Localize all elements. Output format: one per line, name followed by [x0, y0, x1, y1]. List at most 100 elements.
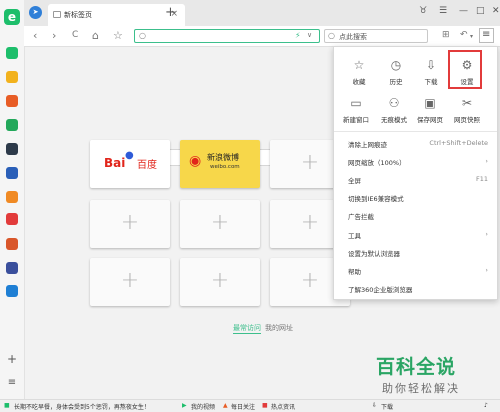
status-news-link[interactable]: 长期不吃早餐，身体会受到5个惩罚，再熬夜女生！ [14, 402, 150, 411]
browser-logo-icon[interactable]: e [4, 9, 20, 25]
menu-history[interactable]: ◷ 历史 [379, 58, 413, 86]
window-icon: ▭ [350, 96, 362, 110]
minimize-button[interactable]: — [459, 6, 468, 16]
address-bar[interactable]: ○ ⚡ ∨ [134, 29, 320, 43]
address-dropdown-icon[interactable]: ∨ [307, 31, 312, 39]
menu-item-ie6-mode[interactable]: 切换到IE6兼容模式 [348, 193, 488, 206]
tile-empty[interactable]: + [90, 258, 170, 306]
menu-item-clear-history[interactable]: 清除上网痕迹 Ctrl+Shift+Delete [348, 139, 488, 152]
sidebar-menu-icon[interactable]: ≡ [6, 377, 18, 388]
menu-favorites-label: 收藏 [352, 78, 366, 86]
weibo-domain-text: weibo.com [210, 164, 240, 170]
close-window-button[interactable]: ✕ [492, 6, 500, 16]
menu-item-shortcut: Ctrl+Shift+Delete [429, 139, 488, 147]
menu-icon: ≡ [482, 29, 491, 40]
menu-favorites[interactable]: ☆ 收藏 [342, 58, 376, 86]
add-tile-icon: + [120, 268, 140, 293]
status-follow-link[interactable]: 每日关注 [231, 402, 255, 411]
save-icon: ▣ [424, 96, 436, 110]
menu-item-zoom[interactable]: 网页缩放（100%） › [348, 157, 488, 170]
tab-my-sites[interactable]: 我的网址 [265, 323, 293, 333]
volume-icon[interactable]: ♪ [484, 402, 488, 409]
status-video-link[interactable]: 我的视频 [191, 402, 215, 411]
menu-item-label: 全屏 [348, 177, 361, 185]
undo-dropdown-icon[interactable]: ▾ [470, 33, 473, 40]
add-tile-icon: + [210, 210, 230, 235]
snapshot-icon: ✂ [461, 96, 473, 110]
menu-item-help[interactable]: 帮助 › [348, 266, 488, 279]
skin-icon[interactable]: ♉ [419, 6, 427, 16]
main-menu: ☆ 收藏 ◷ 历史 ⇩ 下载 ⚙ 设置 ▭ 新建窗口 ⚇ 无痕模式 ▣ 保存网页… [333, 46, 498, 300]
maximize-button[interactable]: □ [476, 6, 485, 16]
incognito-icon: ⚇ [388, 96, 400, 110]
baidu-logo-text-b: 百度 [137, 160, 157, 171]
tab-title: 新标签页 [64, 11, 92, 19]
undo-close-icon[interactable]: ↶ [460, 30, 468, 40]
sidebar-app-green-icon[interactable] [6, 47, 18, 59]
favorite-star-button[interactable]: ☆ [113, 29, 123, 42]
sidebar-app-photo-icon[interactable] [6, 262, 18, 274]
compass-icon[interactable]: ➤ [29, 6, 42, 19]
home-button[interactable]: ⌂ [92, 29, 99, 42]
sidebar-app-folder-icon[interactable] [6, 119, 18, 131]
sidebar-app-dark-icon[interactable] [6, 143, 18, 155]
sidebar-app-red-icon[interactable] [6, 213, 18, 225]
weibo-logo-text: 新浪微博 [207, 153, 239, 162]
tile-empty[interactable]: + [180, 200, 260, 248]
menu-item-label: 广告拦截 [348, 213, 374, 221]
window-menu-icon[interactable]: ☰ [439, 6, 447, 16]
status-download-link[interactable]: 下载 [381, 402, 393, 411]
tile-weibo[interactable]: ◉ 新浪微博 weibo.com [180, 140, 260, 188]
sidebar-app-game-icon[interactable] [6, 238, 18, 250]
tile-baidu[interactable]: Bai ● 百度 [90, 140, 170, 188]
paw-icon: ● [125, 150, 134, 161]
menu-item-label: 工具 [348, 232, 361, 240]
weibo-eye-icon: ◉ [189, 153, 202, 169]
new-tab-button[interactable]: + [165, 5, 176, 20]
menu-snapshot[interactable]: ✂ 网页快照 [450, 96, 484, 124]
menu-item-shortcut: F11 [475, 175, 488, 183]
search-input[interactable]: ○ 点此搜索 [324, 29, 428, 43]
status-download-icon: ⇩ [372, 402, 378, 409]
sidebar-app-p-icon[interactable] [6, 285, 18, 297]
forward-button[interactable]: › [52, 29, 56, 42]
sidebar-add-icon[interactable]: + [6, 352, 18, 366]
video-icon: ▶ [182, 402, 187, 409]
sidebar-app-eye-icon[interactable] [6, 95, 18, 107]
sidebar-app-star-icon[interactable] [6, 71, 18, 83]
fire-icon: ▲ [223, 402, 228, 409]
tile-empty[interactable]: + [180, 258, 260, 306]
menu-downloads[interactable]: ⇩ 下载 [414, 58, 448, 86]
reload-button[interactable]: C [72, 30, 78, 40]
menu-save-page[interactable]: ▣ 保存网页 [413, 96, 447, 124]
menu-new-window[interactable]: ▭ 新建窗口 [339, 96, 373, 124]
sidebar-app-orange-icon[interactable] [6, 191, 18, 203]
menu-item-enterprise[interactable]: 了解360企业版浏览器 [348, 284, 488, 297]
tile-empty[interactable]: + [90, 200, 170, 248]
clock-icon: ◷ [390, 58, 402, 72]
tab-frequent-visits[interactable]: 最常访问 [233, 323, 261, 333]
add-tile-icon: + [120, 210, 140, 235]
menu-button[interactable]: ≡ [479, 28, 494, 43]
menu-downloads-label: 下载 [424, 78, 438, 86]
add-tile-icon: + [210, 268, 230, 293]
chevron-right-icon: › [485, 157, 488, 165]
sidebar-app-blue-icon[interactable] [6, 167, 18, 179]
search-icon: ○ [328, 31, 335, 40]
menu-item-fullscreen[interactable]: 全屏 F11 [348, 175, 488, 188]
menu-incognito-label: 无痕模式 [381, 116, 407, 124]
lightning-icon[interactable]: ⚡ [295, 31, 301, 40]
back-button[interactable]: ‹ [33, 29, 37, 42]
chevron-right-icon: › [485, 266, 488, 274]
watermark-title: 百科全说 [376, 356, 457, 378]
menu-item-tools[interactable]: 工具 › [348, 230, 488, 243]
tab-page-icon [53, 11, 61, 18]
menu-save-page-label: 保存网页 [417, 116, 443, 124]
status-hot-link[interactable]: 热点资讯 [271, 402, 295, 411]
grid-icon[interactable]: ⊞ [442, 30, 450, 40]
sidebar: e + ≡ [0, 0, 25, 411]
menu-incognito[interactable]: ⚇ 无痕模式 [377, 96, 411, 124]
menu-item-set-default[interactable]: 设置为默认浏览器 [348, 248, 488, 261]
download-icon: ⇩ [425, 58, 437, 72]
menu-item-ad-block[interactable]: 广告拦截 [348, 211, 488, 224]
